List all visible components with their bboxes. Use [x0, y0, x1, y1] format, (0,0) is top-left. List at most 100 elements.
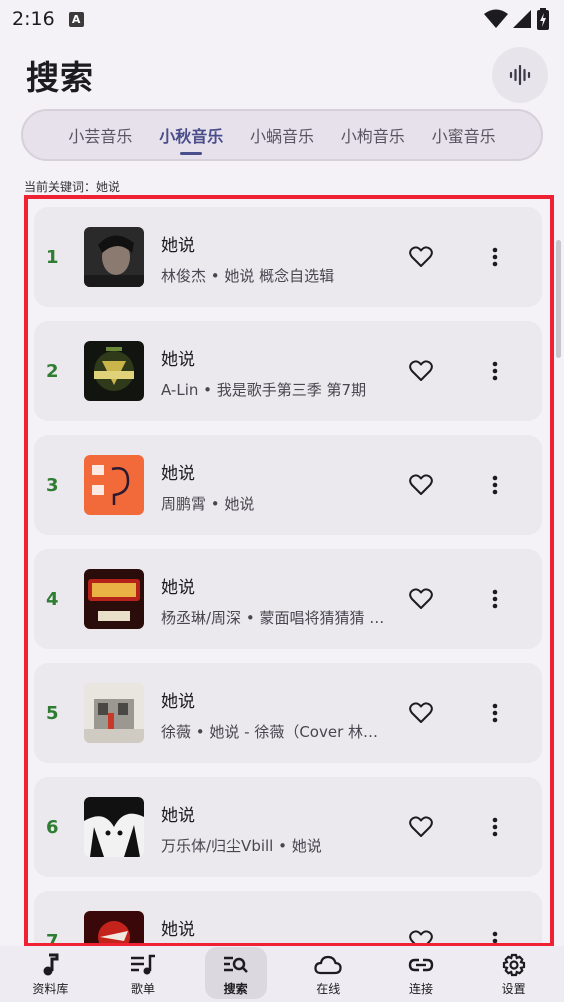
- cloud-icon: [314, 952, 342, 978]
- status-indicators: [484, 8, 550, 30]
- bottom-navigation: 资料库 歌单 搜索 在线 连接 设置: [0, 946, 564, 1002]
- more-options-button[interactable]: [486, 473, 504, 497]
- like-button[interactable]: [408, 587, 434, 611]
- heart-icon: [409, 474, 433, 495]
- like-button[interactable]: [408, 701, 434, 725]
- album-cover: [84, 911, 144, 943]
- like-button[interactable]: [408, 929, 434, 943]
- signal-icon: [513, 10, 531, 28]
- song-rank: 2: [46, 360, 59, 382]
- song-title: 她说: [161, 806, 195, 826]
- more-options-button[interactable]: [486, 245, 504, 269]
- album-cover: [84, 797, 144, 857]
- nav-playlists[interactable]: 歌单: [99, 946, 187, 1002]
- song-item[interactable]: 5 她说 徐薇 • 她说 - 徐薇（Cover 林俊杰）: [34, 663, 542, 763]
- heart-icon: [409, 588, 433, 609]
- tab-source-3[interactable]: 小蜗音乐: [248, 117, 316, 153]
- waveform-icon: [509, 64, 531, 86]
- source-tabs: 小芸音乐 小秋音乐 小蜗音乐 小枸音乐 小蜜音乐: [21, 109, 543, 161]
- album-cover: [84, 455, 144, 515]
- song-artist-album: 林俊杰 • 她说 概念自选辑: [161, 267, 335, 285]
- song-title: 她说: [161, 464, 195, 484]
- nav-connect[interactable]: 连接: [377, 946, 465, 1002]
- song-title: 她说: [161, 350, 195, 370]
- tab-source-1[interactable]: 小芸音乐: [66, 117, 134, 153]
- song-artist-album: 徐薇 • 她说 - 徐薇（Cover 林俊杰）: [161, 723, 386, 741]
- scrollbar[interactable]: [556, 240, 561, 358]
- nav-online[interactable]: 在线: [284, 946, 372, 1002]
- song-rank: 3: [46, 474, 59, 496]
- more-vert-icon: [492, 931, 498, 943]
- song-artist-album: A-Lin • 我是歌手第三季 第7期: [161, 381, 367, 399]
- song-item[interactable]: 7 她说: [34, 891, 542, 947]
- search-list-icon: [223, 952, 249, 978]
- nav-label: 设置: [501, 981, 526, 996]
- more-vert-icon: [492, 817, 498, 837]
- like-button[interactable]: [408, 359, 434, 383]
- album-cover: [84, 683, 144, 743]
- song-item[interactable]: 1 她说 林俊杰 • 她说 概念自选辑: [34, 207, 542, 307]
- song-rank: 5: [46, 702, 59, 724]
- like-button[interactable]: [408, 815, 434, 839]
- more-options-button[interactable]: [486, 359, 504, 383]
- song-rank: 4: [46, 588, 59, 610]
- more-options-button[interactable]: [486, 929, 504, 943]
- notification-icon: A: [68, 11, 84, 27]
- song-title: 她说: [161, 236, 195, 256]
- album-cover: [84, 341, 144, 401]
- song-title: 她说: [161, 578, 195, 598]
- status-time: 2:16: [12, 8, 55, 30]
- more-vert-icon: [492, 589, 498, 609]
- tab-source-2[interactable]: 小秋音乐: [157, 117, 225, 153]
- battery-icon: [537, 8, 549, 30]
- song-rank: 1: [46, 246, 59, 268]
- song-rank: 7: [46, 930, 59, 947]
- more-vert-icon: [492, 475, 498, 495]
- search-result-list: 1 她说 林俊杰 • 她说 概念自选辑 2 她说 A-Lin • 我是歌手第三季…: [24, 195, 554, 947]
- album-cover: [84, 227, 144, 287]
- song-item[interactable]: 6 她说 万乐体/归尘Vbill • 她说: [34, 777, 542, 877]
- playlist-icon: [130, 952, 156, 978]
- current-keyword: 当前关键词：她说: [24, 180, 121, 194]
- nav-label: 在线: [316, 981, 341, 996]
- heart-icon: [409, 930, 433, 943]
- link-icon: [408, 952, 434, 978]
- more-options-button[interactable]: [486, 815, 504, 839]
- song-item[interactable]: 3 她说 周鹏霄 • 她说: [34, 435, 542, 535]
- nav-search[interactable]: 搜索: [192, 946, 280, 1002]
- gear-icon: [502, 952, 526, 978]
- nav-label: 搜索: [223, 981, 248, 996]
- tab-source-4[interactable]: 小枸音乐: [339, 117, 407, 153]
- song-rank: 6: [46, 816, 59, 838]
- heart-icon: [409, 702, 433, 723]
- nav-label: 歌单: [130, 981, 155, 996]
- more-options-button[interactable]: [486, 701, 504, 725]
- nav-label: 连接: [408, 981, 433, 996]
- like-button[interactable]: [408, 473, 434, 497]
- heart-icon: [409, 246, 433, 267]
- song-artist-album: 万乐体/归尘Vbill • 她说: [161, 837, 322, 855]
- nav-label: 资料库: [32, 981, 69, 996]
- like-button[interactable]: [408, 245, 434, 269]
- tab-source-5[interactable]: 小蜜音乐: [430, 117, 498, 153]
- song-title: 她说: [161, 920, 195, 940]
- more-vert-icon: [492, 361, 498, 381]
- song-artist-album: 杨丞琳/周深 • 蒙面唱将猜猜猜 第5期: [161, 609, 386, 627]
- heart-icon: [409, 360, 433, 381]
- album-cover: [84, 569, 144, 629]
- voice-search-button[interactable]: [492, 47, 548, 103]
- song-artist-album: 周鹏霄 • 她说: [161, 495, 255, 513]
- song-title: 她说: [161, 692, 195, 712]
- nav-library[interactable]: 资料库: [6, 946, 94, 1002]
- more-vert-icon: [492, 247, 498, 267]
- heart-icon: [409, 816, 433, 837]
- music-note-icon: [40, 952, 60, 978]
- more-vert-icon: [492, 703, 498, 723]
- status-bar: 2:16 A: [0, 0, 564, 38]
- song-item[interactable]: 2 她说 A-Lin • 我是歌手第三季 第7期: [34, 321, 542, 421]
- more-options-button[interactable]: [486, 587, 504, 611]
- header: 搜索: [0, 38, 564, 112]
- page-title: 搜索: [26, 58, 94, 97]
- song-item[interactable]: 4 她说 杨丞琳/周深 • 蒙面唱将猜猜猜 第5期: [34, 549, 542, 649]
- nav-settings[interactable]: 设置: [470, 946, 558, 1002]
